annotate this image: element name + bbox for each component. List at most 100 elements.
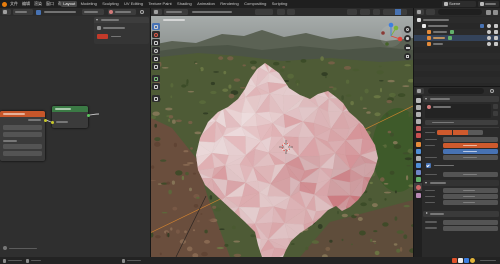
move-icon[interactable] [152, 39, 160, 46]
camera-visibility-icon[interactable] [493, 36, 498, 40]
input-language-icon[interactable] [458, 258, 463, 263]
snap-toggle[interactable] [277, 9, 285, 15]
punctuation-icon[interactable] [464, 258, 469, 263]
visibility-dropdown[interactable] [347, 9, 357, 15]
add-slot-button[interactable] [493, 104, 498, 109]
proportional-edit-toggle[interactable] [287, 9, 295, 15]
tool-tab-icon[interactable] [415, 98, 421, 103]
zoom-icon[interactable] [404, 26, 411, 33]
blender-logo-icon[interactable] [2, 1, 7, 7]
segment-option[interactable] [437, 130, 452, 135]
shader-output-socket[interactable] [86, 113, 90, 117]
filter-icon[interactable] [486, 9, 491, 15]
tab-modeling[interactable]: Modeling [78, 1, 99, 7]
node-field[interactable] [3, 151, 42, 156]
annotate-icon[interactable] [152, 75, 160, 82]
remove-slot-button[interactable] [493, 111, 498, 116]
output-tab-icon[interactable] [415, 112, 421, 117]
navigation-gizmo[interactable] [379, 22, 403, 50]
modifier-tab-icon[interactable] [415, 149, 421, 154]
world-tab-icon[interactable] [415, 133, 421, 138]
object-tab-icon[interactable] [415, 142, 421, 147]
material-slots-panel-header[interactable] [423, 96, 499, 102]
ortho-grid-icon[interactable] [404, 53, 411, 60]
color-output-socket[interactable] [43, 118, 47, 122]
property-field[interactable] [443, 137, 498, 142]
tab-compositing[interactable]: Compositing [242, 1, 269, 7]
rotate-icon[interactable] [152, 47, 160, 54]
property-field[interactable] [443, 219, 498, 225]
view-layer-selector[interactable] [478, 1, 499, 7]
subpanel-header[interactable] [423, 180, 499, 186]
camera-visibility-icon[interactable] [493, 42, 498, 46]
eye-icon[interactable] [487, 30, 491, 34]
rendered-shading-button[interactable] [401, 9, 407, 15]
node-field[interactable] [3, 144, 42, 149]
object-mode-dropdown[interactable] [164, 9, 188, 15]
editor-type-button[interactable] [416, 88, 424, 94]
add-cube-icon[interactable] [152, 95, 160, 102]
node-field[interactable] [3, 125, 42, 130]
pin-icon[interactable] [490, 89, 494, 93]
properties-search-input[interactable] [428, 88, 484, 94]
editor-type-button[interactable] [153, 9, 162, 15]
menu-edit[interactable]: 编辑 [21, 0, 31, 8]
camera-visibility-icon[interactable] [493, 30, 498, 34]
render-tab-icon[interactable] [415, 105, 421, 110]
tab-scripting[interactable]: Scripting [270, 1, 290, 7]
transform-icon[interactable] [152, 63, 160, 70]
menu-render[interactable]: 渲染 [33, 0, 43, 8]
segment-option[interactable] [468, 130, 483, 135]
tab-rendering[interactable]: Rendering [218, 1, 241, 7]
display-mode-dropdown[interactable] [426, 9, 435, 15]
tab-texture-paint[interactable]: Texture Paint [146, 1, 174, 7]
texture-node[interactable] [0, 111, 47, 161]
menu-file[interactable]: 文件 [9, 0, 19, 8]
menu-window[interactable]: 窗口 [45, 0, 55, 8]
input-method-icon[interactable] [452, 258, 457, 263]
new-collection-icon[interactable] [493, 9, 498, 15]
surface-section [423, 127, 499, 128]
pan-hand-icon[interactable] [404, 35, 411, 42]
settings-panel-header[interactable] [423, 211, 499, 217]
eye-icon[interactable] [487, 42, 491, 46]
tab-layout[interactable]: Layout [61, 1, 78, 7]
scene-selector[interactable]: Scene [442, 1, 476, 7]
view-layer-tab-icon[interactable] [415, 119, 421, 124]
material-tab-button[interactable] [414, 183, 422, 191]
tab-sculpting[interactable]: Sculpting [100, 1, 121, 7]
cursor-icon[interactable] [152, 31, 160, 38]
editor-type-button[interactable] [416, 9, 424, 15]
particles-tab-icon[interactable] [415, 156, 421, 161]
scale-icon[interactable] [152, 55, 160, 62]
shader-node[interactable] [50, 106, 90, 128]
camera-visibility-icon[interactable] [493, 24, 498, 28]
outliner-search-input[interactable] [438, 9, 482, 15]
eye-icon[interactable] [487, 36, 491, 40]
surface-type-segmented[interactable] [437, 130, 483, 135]
eye-icon[interactable] [487, 24, 491, 28]
physics-tab-icon[interactable] [415, 163, 421, 168]
select-box-icon[interactable] [152, 23, 160, 30]
overlays-toggle[interactable] [360, 9, 370, 15]
exclude-checkbox-icon[interactable] [480, 24, 484, 28]
emoji-icon[interactable] [470, 258, 475, 263]
tab-uv-editing[interactable]: UV Editing [122, 1, 145, 7]
tab-animation[interactable]: Animation [195, 1, 217, 7]
property-field[interactable] [443, 225, 498, 231]
constraints-tab-icon[interactable] [415, 170, 421, 175]
measure-icon[interactable] [152, 83, 160, 90]
checkbox[interactable] [426, 163, 431, 168]
camera-view-icon[interactable] [404, 44, 411, 51]
node-field[interactable] [3, 132, 42, 137]
data-tab-icon[interactable] [415, 177, 421, 182]
3d-viewport[interactable] [151, 8, 413, 257]
segment-option[interactable] [452, 130, 468, 135]
texture-tab-icon[interactable] [415, 193, 421, 198]
tab-shading[interactable]: Shading [175, 1, 194, 7]
transform-orientation-dropdown[interactable] [255, 9, 273, 15]
scene-tab-icon[interactable] [415, 126, 421, 131]
xray-toggle[interactable] [373, 9, 380, 15]
material-slot-list[interactable] [425, 104, 491, 118]
color-input-socket[interactable] [50, 120, 54, 124]
